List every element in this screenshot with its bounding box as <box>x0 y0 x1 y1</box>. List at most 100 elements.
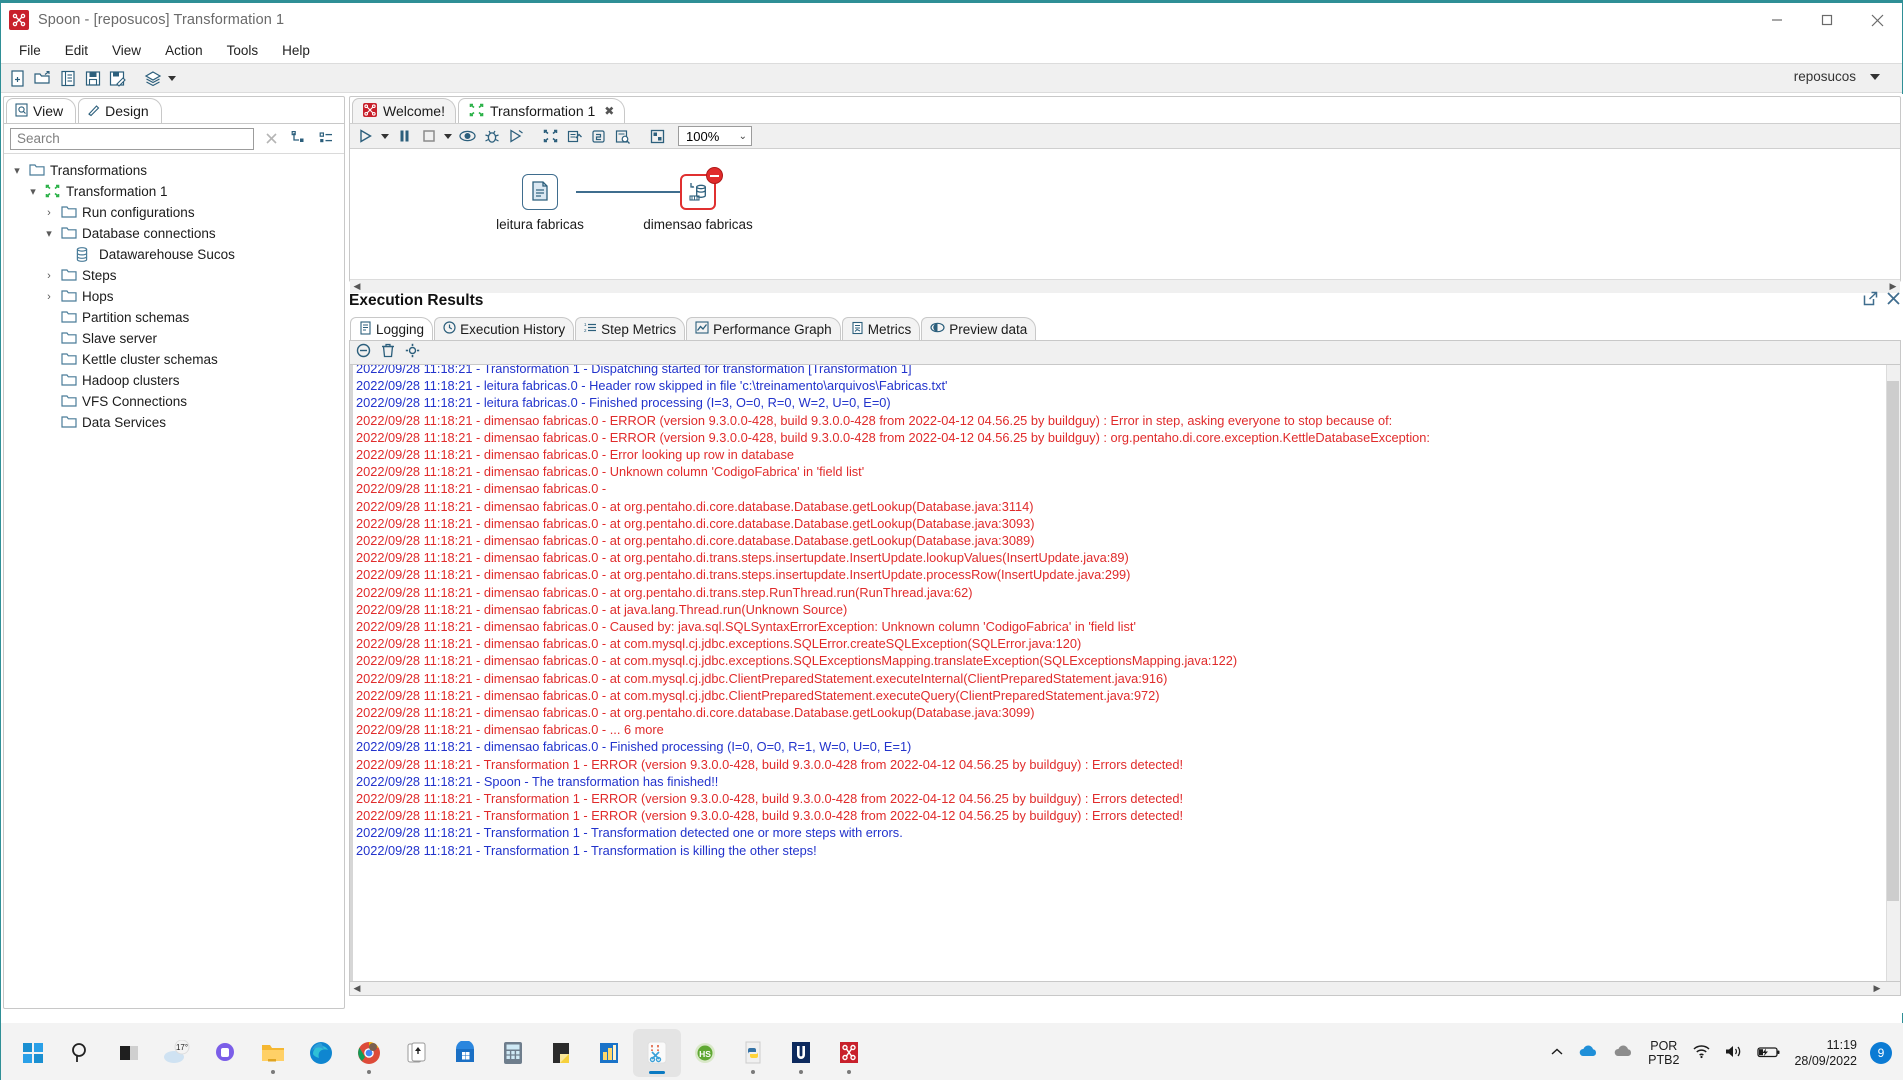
tab-preview-data[interactable]: Preview data <box>921 317 1037 340</box>
menu-help[interactable]: Help <box>270 41 322 60</box>
solitaire-icon[interactable] <box>393 1029 441 1077</box>
tab-welcome[interactable]: Welcome! <box>352 98 456 123</box>
clear-log-icon[interactable] <box>356 343 371 363</box>
sticky-notes-icon[interactable] <box>537 1029 585 1077</box>
open-file-icon[interactable] <box>30 66 55 90</box>
transformation-canvas[interactable]: leitura fabricas dimensao fabricas <box>350 149 1900 279</box>
snipping-tool-icon[interactable] <box>633 1029 681 1077</box>
file-explorer-icon[interactable] <box>249 1029 297 1077</box>
calculator-icon[interactable] <box>489 1029 537 1077</box>
log-horizontal-scrollbar[interactable]: ◀ ▶ <box>349 982 1901 996</box>
repository-name[interactable]: reposucos <box>1794 69 1856 84</box>
chevron-down-icon[interactable]: ▾ <box>10 164 24 177</box>
edge-icon[interactable] <box>297 1029 345 1077</box>
collapse-all-icon[interactable] <box>288 128 310 150</box>
cloud-icon[interactable] <box>1613 1044 1635 1062</box>
close-icon[interactable] <box>1886 291 1901 311</box>
log-vertical-scrollbar[interactable] <box>1886 365 1900 981</box>
insert-update-icon[interactable] <box>680 167 723 210</box>
tree-item-transformations[interactable]: ▾ Transformations <box>4 160 344 181</box>
run-options-caret-icon[interactable] <box>378 133 392 139</box>
layers-icon[interactable] <box>140 66 165 90</box>
transformation-icon-2[interactable] <box>539 125 562 147</box>
spoon-icon[interactable] <box>825 1029 873 1077</box>
tree-item-partition-schemas[interactable]: Partition schemas <box>4 307 344 328</box>
menu-edit[interactable]: Edit <box>53 41 100 60</box>
tree-item-datawarehouse-sucos[interactable]: Datawarehouse Sucos <box>4 244 344 265</box>
layers-caret-icon[interactable] <box>165 75 179 81</box>
canvas-step-leitura-fabricas[interactable]: leitura fabricas <box>470 174 610 232</box>
tree-item-data-services[interactable]: Data Services <box>4 412 344 433</box>
tree-item-slave-server[interactable]: Slave server <box>4 328 344 349</box>
tree-item-database-connections[interactable]: ▾ Database connections <box>4 223 344 244</box>
detach-icon[interactable] <box>1863 291 1878 311</box>
volume-icon[interactable] <box>1724 1044 1744 1062</box>
unity-icon[interactable] <box>777 1029 825 1077</box>
python-icon[interactable] <box>729 1029 777 1077</box>
preview-icon[interactable] <box>456 125 479 147</box>
log-output-panel[interactable]: 2022/09/28 11:18:21 - Transformation 1 -… <box>349 364 1901 982</box>
tree-item-transformation-1[interactable]: ▾ Transformation 1 <box>4 181 344 202</box>
menu-view[interactable]: View <box>100 41 153 60</box>
chevron-right-icon[interactable]: › <box>42 270 56 282</box>
chevron-right-icon[interactable]: › <box>42 207 56 219</box>
chevron-up-icon[interactable] <box>1549 1046 1565 1061</box>
maximize-button[interactable] <box>1802 3 1852 37</box>
canvas-step-dimensao-fabricas[interactable]: dimensao fabricas <box>628 167 768 232</box>
sql-icon[interactable] <box>587 125 610 147</box>
menu-action[interactable]: Action <box>153 41 215 60</box>
chevron-right-icon[interactable]: › <box>42 291 56 303</box>
battery-charging-icon[interactable] <box>1757 1045 1781 1062</box>
pause-icon[interactable] <box>393 125 416 147</box>
tab-execution-history[interactable]: Execution History <box>434 317 575 340</box>
analyze-icon[interactable] <box>563 125 586 147</box>
clock[interactable]: 11:19 28/09/2022 <box>1794 1037 1857 1069</box>
tab-logging[interactable]: Logging <box>350 317 434 340</box>
chrome-icon[interactable] <box>345 1029 393 1077</box>
start-button-icon[interactable] <box>9 1029 57 1077</box>
chevron-down-icon[interactable]: ▾ <box>42 227 56 240</box>
onedrive-icon[interactable] <box>1578 1044 1600 1062</box>
menu-file[interactable]: File <box>7 41 53 60</box>
tab-close-icon[interactable]: ✖ <box>604 104 614 118</box>
explore-repository-icon[interactable] <box>55 66 80 90</box>
debug-icon[interactable] <box>480 125 503 147</box>
text-file-input-icon[interactable] <box>522 174 558 210</box>
minimize-button[interactable] <box>1752 3 1802 37</box>
arrange-icon[interactable] <box>646 125 669 147</box>
tree-item-kettle-cluster-schemas[interactable]: Kettle cluster schemas <box>4 349 344 370</box>
tab-design[interactable]: Design <box>78 98 162 123</box>
replay-icon[interactable] <box>504 125 527 147</box>
tree-item-run-configurations[interactable]: › Run configurations <box>4 202 344 223</box>
excel-icon[interactable] <box>585 1029 633 1077</box>
scroll-left-icon[interactable]: ◀ <box>350 983 364 994</box>
tree-item-vfs-connections[interactable]: VFS Connections <box>4 391 344 412</box>
clear-x-icon[interactable] <box>260 128 282 150</box>
chevron-down-icon[interactable]: ▾ <box>26 185 40 198</box>
log-scroll-thumb[interactable] <box>1887 381 1899 901</box>
tab-transformation-1[interactable]: Transformation 1 ✖ <box>457 98 626 123</box>
menu-tools[interactable]: Tools <box>215 41 271 60</box>
new-file-icon[interactable] <box>5 66 30 90</box>
delete-icon[interactable] <box>381 343 395 363</box>
hotspot-shield-icon[interactable]: HS <box>681 1029 729 1077</box>
stop-icon[interactable] <box>417 125 440 147</box>
tab-performance-graph[interactable]: Performance Graph <box>686 317 841 340</box>
tree-item-hadoop-clusters[interactable]: Hadoop clusters <box>4 370 344 391</box>
microsoft-store-icon[interactable] <box>441 1029 489 1077</box>
run-icon[interactable] <box>354 125 377 147</box>
stop-options-caret-icon[interactable] <box>441 133 455 139</box>
repository-chevron-down-icon[interactable] <box>1870 74 1880 80</box>
save-as-icon[interactable] <box>105 66 130 90</box>
search-input-wrapper[interactable] <box>10 127 254 150</box>
tab-step-metrics[interactable]: 12 Step Metrics <box>575 317 686 340</box>
close-button[interactable] <box>1852 3 1902 37</box>
wifi-icon[interactable] <box>1692 1044 1711 1062</box>
weather-widget[interactable]: 17° <box>153 1029 201 1077</box>
task-view-icon[interactable] <box>105 1029 153 1077</box>
zoom-select[interactable]: 100% ⌄ <box>678 126 752 146</box>
save-icon[interactable] <box>80 66 105 90</box>
search-input[interactable] <box>17 131 247 146</box>
language-indicator[interactable]: POR PTB2 <box>1648 1039 1679 1067</box>
scroll-right-icon[interactable]: ▶ <box>1870 983 1884 994</box>
